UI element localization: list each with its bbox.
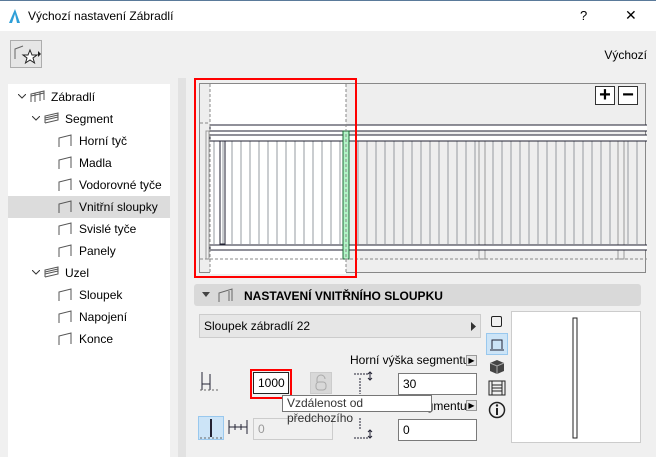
distributed-posts-icon [228,420,248,434]
lock-button[interactable] [310,372,332,394]
tree-item-uzel[interactable]: Uzel [8,262,170,284]
defaults-label: Výchozí [604,48,647,62]
tree-item-vnit-n-sloupky[interactable]: Vnitřní sloupky [8,196,170,218]
tree-item-label: Konce [79,332,114,346]
favorites-button[interactable] [10,40,42,68]
tree-item-label: Vnitřní sloupky [79,200,158,214]
window-title: Výchozí nastavení Zábradlí [28,9,174,23]
tree-item-label: Uzel [65,266,90,280]
favorites-star-icon [14,45,41,65]
component-selector[interactable]: Sloupek zábradlí 22 [199,314,481,338]
tree-item-icon [58,332,72,345]
tree-item-z-bradl-[interactable]: Zábradlí [8,86,170,108]
unlock-icon [315,374,327,391]
view-mode-toolbar [486,313,508,423]
tree-item-konce[interactable]: Konce [8,328,170,350]
tree-item-napojen-[interactable]: Napojení [8,306,170,328]
distance-input[interactable]: 1000 [253,372,289,394]
elevation-view-button[interactable] [486,333,508,355]
settings-tree[interactable]: Zábradlí Segment Horní tyč Madla Vodorovné t… [8,84,170,457]
position-mode-button-single[interactable] [198,416,224,440]
tree-item-panely[interactable]: Panely [8,240,170,262]
chevron-down-icon[interactable] [18,94,26,100]
zoom-in-button[interactable]: + [595,85,615,105]
tree-item-label: Panely [79,244,116,258]
post [478,140,486,260]
plan-view-icon[interactable] [491,316,502,327]
help-button[interactable]: ? [580,8,587,23]
section-title: NASTAVENÍ VNITŘNÍHO SLOUPKU [244,289,443,303]
title-bar: Výchozí nastavení Zábradlí ? ✕ [0,0,656,31]
tooltip: Vzdálenost od předchozího [282,395,432,425]
tree-item-label: Sloupek [79,288,123,302]
tree-item-label: Horní tyč [79,134,128,148]
inner-post-icon [218,288,233,302]
app-logo-icon [9,9,20,23]
chevron-down-icon[interactable] [32,116,40,122]
tree-item-label: Svislé tyče [79,222,137,236]
top-height-label: Horní výška segmentu [350,353,470,367]
tree-item-icon [58,222,72,235]
tree-item-segment[interactable]: Segment [8,108,170,130]
tree-item-sloupek[interactable]: Sloupek [8,284,170,306]
tree-item-icon [58,200,72,213]
post [617,140,625,260]
top-height-menu-button[interactable]: ▶ [466,355,477,366]
tree-item-icon [58,310,72,323]
post-profile-drawing [572,317,578,439]
component-preview [511,311,641,443]
tree-item-icon [58,178,72,191]
info-icon[interactable] [488,401,506,419]
section-view-icon[interactable] [488,380,506,396]
tree-item-icon [58,156,72,169]
bottom-height-menu-button[interactable]: ▶ [466,400,477,411]
tree-item-svisl-ty-e[interactable]: Svislé tyče [8,218,170,240]
distance-icon [200,372,220,391]
tree-item-label: Vodorovné tyče [79,178,162,192]
component-name: Sloupek zábradlí 22 [204,319,311,333]
zoom-out-button[interactable]: − [618,85,638,105]
tree-item-vodorovn-ty-e[interactable]: Vodorovné tyče [8,174,170,196]
bottom-offset-input[interactable]: 0 [398,419,477,441]
tree-item-icon [58,134,72,147]
highlight-frame [194,78,357,278]
elevation-icon [490,339,504,351]
tree-item-label: Madla [79,156,112,170]
3d-view-icon[interactable] [489,359,505,375]
tree-item-icon [58,288,72,301]
tree-item-icon [44,266,59,278]
top-offset-input[interactable]: 30 [398,373,477,395]
tree-item-label: Segment [65,112,114,126]
tree-item-icon [58,244,72,257]
position-mode-button-distributed[interactable] [226,416,250,440]
tree-item-madla[interactable]: Madla [8,152,170,174]
tree-item-icon [44,112,59,124]
top-offset-icon [354,371,373,394]
chevron-down-icon[interactable] [32,270,40,276]
tree-item-horn-ty-[interactable]: Horní tyč [8,130,170,152]
tree-item-icon [30,90,45,102]
collapse-arrow-icon [202,292,210,297]
single-post-icon [200,419,222,439]
tree-item-label: Napojení [79,310,128,324]
tree-item-label: Zábradlí [51,90,96,104]
bottom-offset-icon [354,418,373,439]
panel-splitter[interactable] [178,78,186,457]
close-button[interactable]: ✕ [625,7,637,24]
chevron-right-icon [471,322,476,331]
